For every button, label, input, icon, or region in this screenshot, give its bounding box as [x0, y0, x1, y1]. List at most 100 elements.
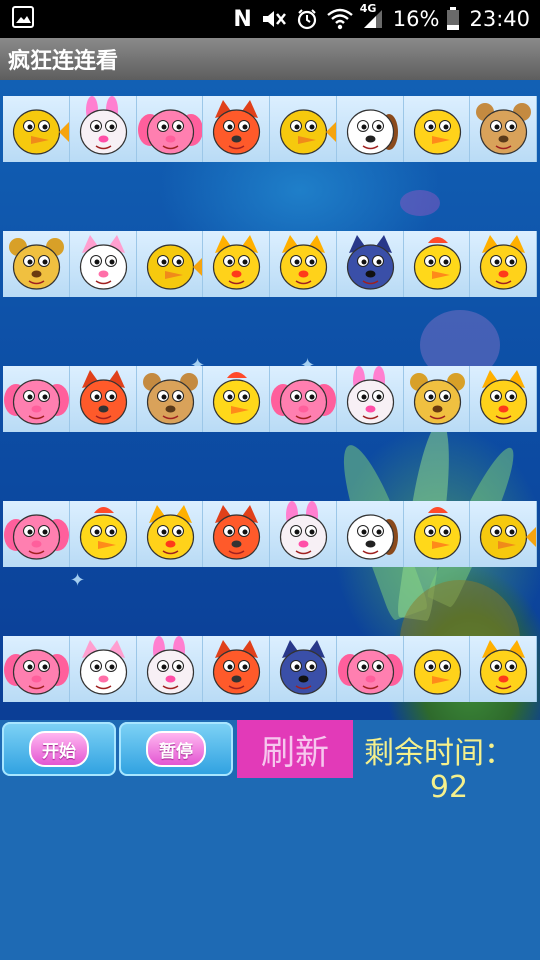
- wifi-icon: [327, 8, 353, 30]
- control-panel: 开始 暂停 刷新 剩余时间： 92: [0, 720, 540, 805]
- battery-icon: [446, 7, 460, 31]
- tile-fox[interactable]: [69, 366, 137, 432]
- tile-duck[interactable]: [403, 96, 471, 162]
- tile-rabbit[interactable]: [136, 636, 204, 702]
- tile-tiger[interactable]: [470, 366, 537, 432]
- app-title-bar: 疯狂连连看: [0, 38, 540, 80]
- alarm-icon: [296, 8, 318, 30]
- fish-icon: [480, 514, 537, 560]
- tiger-icon: [480, 235, 528, 290]
- chick-icon: [413, 237, 461, 290]
- tile-rabbit[interactable]: [69, 96, 137, 162]
- elephant-icon: [337, 649, 403, 695]
- tile-elephant[interactable]: [136, 96, 204, 162]
- nfc-icon: N: [233, 6, 252, 32]
- tile-wolf[interactable]: [336, 231, 404, 297]
- signal-icon: 4G: [360, 2, 384, 30]
- tile-tiger[interactable]: [470, 636, 537, 702]
- tile-row: [3, 231, 537, 297]
- tile-fox[interactable]: [203, 501, 270, 567]
- tile-fish[interactable]: [136, 231, 204, 297]
- tile-chick[interactable]: [403, 231, 471, 297]
- elephant-icon: [271, 379, 336, 425]
- dog-icon: [346, 514, 398, 560]
- elephant-icon: [4, 514, 69, 560]
- dog-icon: [346, 109, 398, 155]
- tile-cat[interactable]: [69, 636, 137, 702]
- tile-bear[interactable]: [136, 366, 204, 432]
- tile-fox[interactable]: [203, 96, 270, 162]
- tile-row: [3, 501, 537, 567]
- duck-icon: [413, 649, 461, 695]
- bear-icon: [476, 103, 532, 155]
- pause-button-label: 暂停: [146, 731, 206, 767]
- duck-icon: [413, 109, 461, 155]
- refresh-button-label: 刷新: [261, 732, 329, 773]
- wolf-icon: [346, 235, 394, 290]
- tile-cat[interactable]: [69, 231, 137, 297]
- background-fish: [400, 190, 440, 216]
- tile-bear[interactable]: [470, 96, 537, 162]
- game-board: ✦ ✦ ✦ ✦: [0, 80, 540, 720]
- tile-tiger[interactable]: [203, 231, 270, 297]
- tiger-icon: [213, 235, 261, 290]
- tile-rabbit[interactable]: [336, 366, 404, 432]
- tile-dog[interactable]: [336, 96, 404, 162]
- rabbit-icon: [279, 501, 328, 560]
- tiger-icon: [279, 235, 328, 290]
- fox-icon: [213, 100, 261, 155]
- tile-fox[interactable]: [203, 636, 270, 702]
- rabbit-icon: [79, 96, 127, 155]
- wolf-icon: [279, 640, 328, 695]
- pause-button[interactable]: 暂停: [119, 722, 233, 776]
- tile-dog[interactable]: [336, 501, 404, 567]
- tile-fish[interactable]: [470, 501, 537, 567]
- status-bar: N 4G 16% 23:40: [0, 0, 540, 38]
- tiger-icon: [146, 505, 194, 560]
- tile-elephant[interactable]: [3, 501, 70, 567]
- time-remaining-value: 92: [429, 770, 469, 805]
- tile-tiger[interactable]: [136, 501, 204, 567]
- tile-elephant[interactable]: [336, 636, 404, 702]
- mute-icon: [261, 8, 287, 30]
- tile-rabbit[interactable]: [270, 501, 337, 567]
- tile-duck[interactable]: [403, 636, 471, 702]
- tile-fish[interactable]: [270, 96, 337, 162]
- chick-icon: [213, 372, 261, 425]
- tile-lion[interactable]: [403, 366, 471, 432]
- tile-fish[interactable]: [3, 96, 70, 162]
- rabbit-icon: [146, 636, 194, 695]
- elephant-icon: [4, 649, 69, 695]
- tile-elephant[interactable]: [270, 366, 337, 432]
- tile-row: [3, 96, 537, 162]
- tile-chick[interactable]: [403, 501, 471, 567]
- tile-wolf[interactable]: [270, 636, 337, 702]
- chick-icon: [413, 507, 461, 560]
- fox-icon: [213, 640, 261, 695]
- tile-elephant[interactable]: [3, 366, 70, 432]
- lion-icon: [9, 238, 64, 290]
- cat-icon: [79, 235, 127, 290]
- tile-row: [3, 366, 537, 432]
- tile-tiger[interactable]: [270, 231, 337, 297]
- bear-icon: [142, 373, 198, 425]
- battery-percent: 16%: [392, 7, 440, 31]
- tile-tiger[interactable]: [470, 231, 537, 297]
- elephant-icon: [4, 379, 69, 425]
- fish-icon: [279, 109, 336, 155]
- tile-elephant[interactable]: [3, 636, 70, 702]
- tile-lion[interactable]: [3, 231, 70, 297]
- tile-row: [3, 636, 537, 702]
- start-button-label: 开始: [29, 731, 89, 767]
- rabbit-icon: [346, 366, 394, 425]
- time-remaining-label: 剩余时间：: [364, 736, 514, 771]
- clock: 23:40: [469, 7, 530, 31]
- app-title: 疯狂连连看: [8, 49, 119, 74]
- network-type: 4G: [359, 2, 377, 15]
- refresh-button[interactable]: 刷新: [237, 720, 353, 778]
- fox-icon: [213, 505, 261, 560]
- image-notification-icon: [12, 6, 34, 32]
- tile-chick[interactable]: [203, 366, 270, 432]
- start-button[interactable]: 开始: [2, 722, 116, 776]
- tile-chick[interactable]: [69, 501, 137, 567]
